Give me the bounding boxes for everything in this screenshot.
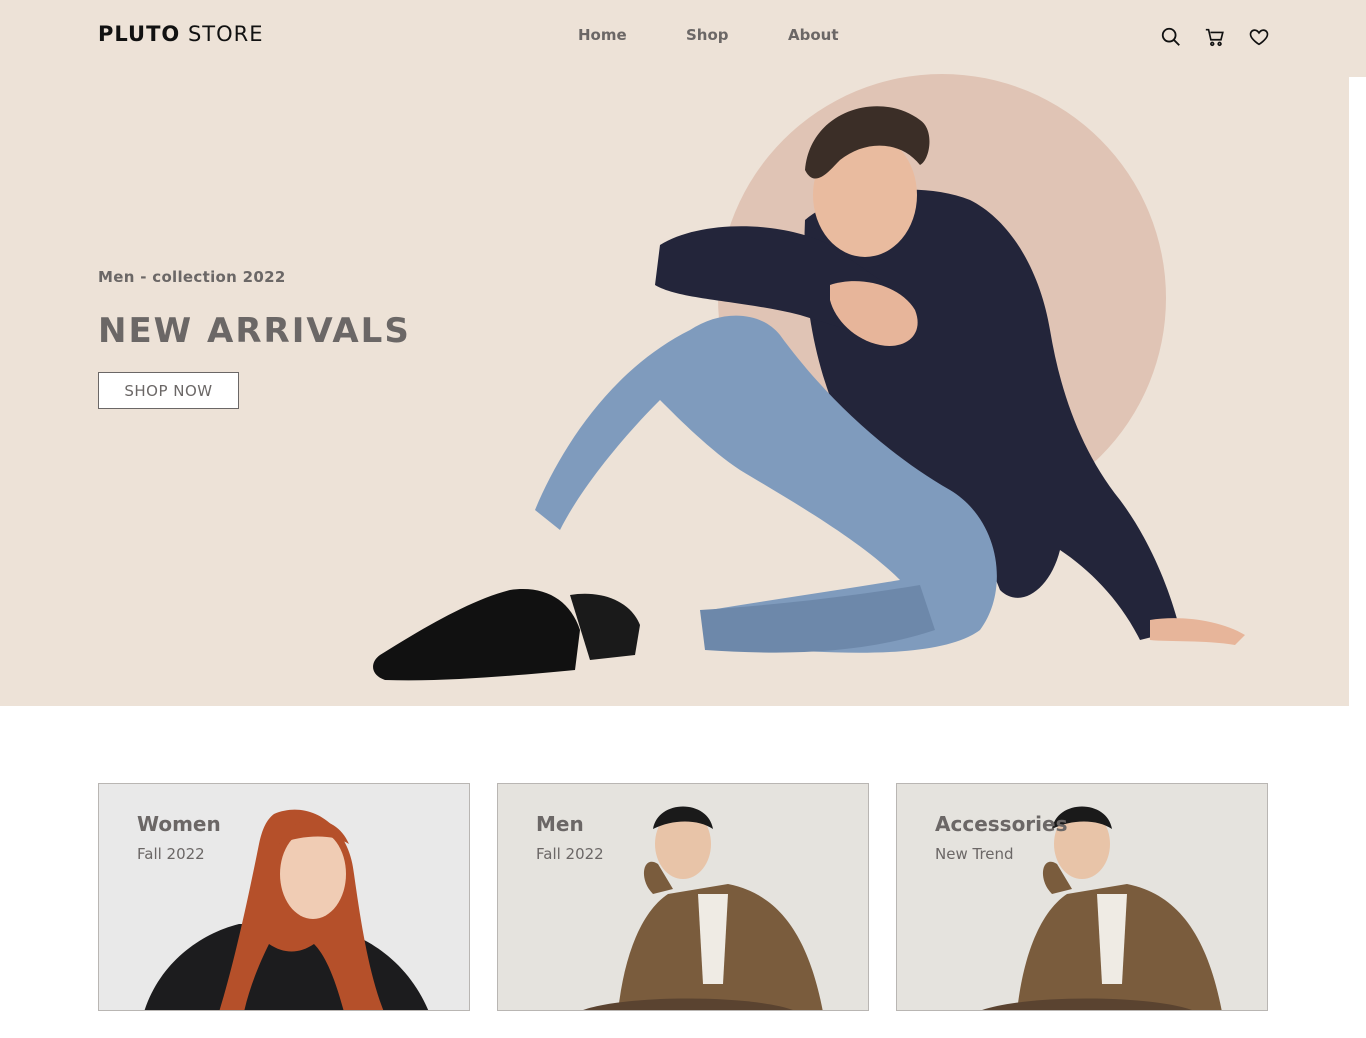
category-subtitle: Fall 2022 — [137, 845, 205, 863]
nav-home[interactable]: Home — [578, 26, 627, 44]
cart-icon[interactable] — [1204, 26, 1228, 50]
hero-subtitle: Men - collection 2022 — [98, 268, 286, 286]
shop-now-button[interactable]: SHOP NOW — [98, 372, 239, 409]
category-title: Accessories — [935, 812, 1068, 836]
heart-icon[interactable] — [1248, 26, 1272, 50]
category-cards: Women Fall 2022 Men Fall 2022 Accessorie… — [98, 783, 1268, 1011]
category-card-women[interactable]: Women Fall 2022 — [98, 783, 470, 1011]
brand-name-light: STORE — [187, 22, 264, 46]
category-card-men[interactable]: Men Fall 2022 — [497, 783, 869, 1011]
brand-name-bold: PLUTO — [98, 22, 181, 46]
brand-logo[interactable]: PLUTO STORE — [98, 22, 264, 46]
category-subtitle: New Trend — [935, 845, 1014, 863]
hero-model-image — [373, 74, 1245, 681]
category-title: Women — [137, 812, 221, 836]
category-subtitle: Fall 2022 — [536, 845, 604, 863]
nav-about[interactable]: About — [788, 26, 839, 44]
search-icon[interactable] — [1160, 26, 1184, 50]
header-strip — [1349, 0, 1366, 77]
nav-shop[interactable]: Shop — [686, 26, 729, 44]
header-icons — [1160, 26, 1272, 50]
category-title: Men — [536, 812, 584, 836]
category-card-accessories[interactable]: Accessories New Trend — [896, 783, 1268, 1011]
